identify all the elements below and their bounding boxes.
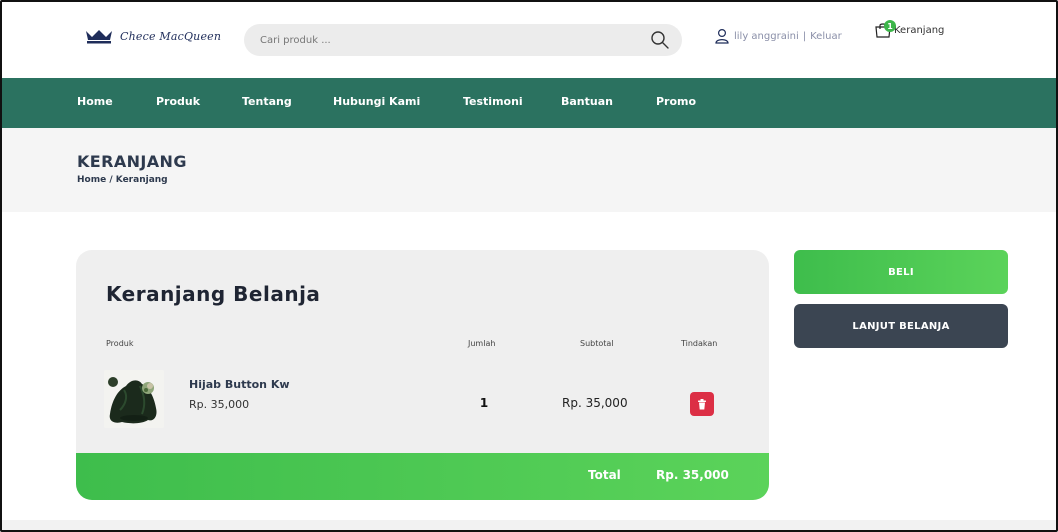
- user-separator: |: [802, 30, 807, 42]
- cart-count-badge: 1: [884, 20, 896, 32]
- product-name[interactable]: Hijab Button Kw: [189, 378, 290, 391]
- total-value: Rp. 35,000: [656, 468, 729, 482]
- page-title: KERANJANG: [77, 152, 187, 171]
- breadcrumb-separator: /: [106, 175, 116, 185]
- trash-icon: [698, 398, 706, 409]
- buy-button[interactable]: BELI: [794, 250, 1008, 294]
- column-header-produk: Produk: [106, 339, 134, 348]
- nav-item-produk[interactable]: Produk: [156, 95, 200, 108]
- cart-link[interactable]: 1 Keranjang: [874, 20, 945, 38]
- user-icon: [715, 28, 729, 44]
- nav-item-tentang[interactable]: Tentang: [242, 95, 292, 108]
- cart-title: Keranjang Belanja: [106, 282, 321, 306]
- search-icon[interactable]: [650, 30, 670, 50]
- page-frame: Chece MacQueen lily anggraini | Keluar: [0, 0, 1058, 532]
- search-bar: [244, 24, 682, 56]
- brand-name: Chece MacQueen: [120, 29, 222, 43]
- nav-item-bantuan[interactable]: Bantuan: [561, 95, 613, 108]
- total-bar: Total Rp. 35,000: [76, 453, 769, 500]
- continue-shopping-button[interactable]: LANJUT BELANJA: [794, 304, 1008, 348]
- breadcrumb: Home / Keranjang: [77, 175, 168, 185]
- nav-item-testimoni[interactable]: Testimoni: [463, 95, 523, 108]
- brand-logo[interactable]: Chece MacQueen: [84, 28, 221, 44]
- column-header-subtotal: Subtotal: [580, 339, 614, 348]
- footer-band: [2, 520, 1056, 530]
- page-header-band: KERANJANG Home / Keranjang: [2, 128, 1056, 212]
- top-header: Chece MacQueen lily anggraini | Keluar: [2, 2, 1056, 78]
- cart-card: Keranjang Belanja Produk Jumlah Subtotal…: [76, 250, 769, 500]
- crown-icon: [86, 30, 112, 44]
- user-name[interactable]: lily anggraini: [734, 31, 799, 42]
- user-area: lily anggraini | Keluar: [714, 28, 842, 44]
- logout-link[interactable]: Keluar: [810, 31, 842, 42]
- cart-label: Keranjang: [894, 25, 945, 36]
- nav-item-home[interactable]: Home: [77, 95, 113, 108]
- main-nav: Home Produk Tentang Hubungi Kami Testimo…: [2, 78, 1056, 128]
- subtotal-value: Rp. 35,000: [562, 396, 628, 410]
- nav-item-promo[interactable]: Promo: [656, 95, 696, 108]
- total-label: Total: [588, 468, 621, 482]
- product-image[interactable]: [104, 370, 164, 428]
- product-price: Rp. 35,000: [189, 398, 250, 411]
- nav-item-hubungi-kami[interactable]: Hubungi Kami: [333, 95, 420, 108]
- breadcrumb-home[interactable]: Home: [77, 175, 106, 185]
- breadcrumb-current: Keranjang: [115, 175, 168, 185]
- quantity-value: 1: [479, 396, 489, 410]
- delete-item-button[interactable]: [690, 392, 714, 416]
- column-header-tindakan: Tindakan: [681, 339, 718, 348]
- column-header-jumlah: Jumlah: [468, 339, 496, 348]
- search-input[interactable]: [260, 24, 640, 56]
